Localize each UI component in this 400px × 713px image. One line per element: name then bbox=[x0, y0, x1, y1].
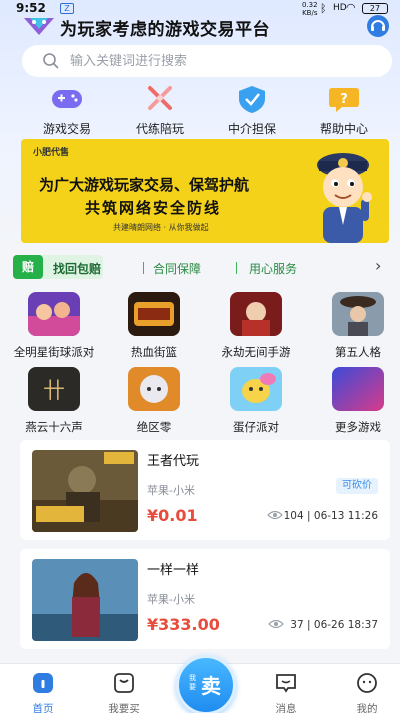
banner-tagline: 共建晴朗网络 · 从你我做起 bbox=[113, 223, 209, 232]
sim-icon: Z bbox=[60, 3, 74, 14]
sell-button-label: 卖 bbox=[201, 674, 221, 698]
search-input[interactable] bbox=[70, 51, 370, 71]
tab-label: 我要买 bbox=[108, 703, 140, 713]
game-label: 全明星街球派对 bbox=[13, 345, 95, 359]
game-icon bbox=[128, 292, 180, 336]
negotiable-tag: 可砍价 bbox=[336, 478, 378, 494]
game-icon bbox=[332, 292, 384, 336]
compensation-badge: 赔 bbox=[13, 255, 43, 279]
message-icon bbox=[276, 674, 296, 693]
listing-meta: 104 | 06-13 11:26 bbox=[283, 510, 378, 522]
sell-button-prefix: 我要 bbox=[189, 674, 196, 691]
game-label: 第五人格 bbox=[335, 345, 381, 359]
listing-card[interactable]: 王者代玩 苹果-小米 可砍价 ¥0.01 104 | 06-13 11:26 bbox=[20, 440, 390, 540]
listing-platform: 苹果-小米 bbox=[147, 593, 195, 606]
headset-icon[interactable] bbox=[366, 14, 390, 38]
quick-link-label: 帮助中心 bbox=[319, 122, 368, 136]
quick-link-help[interactable]: ? 帮助中心 bbox=[307, 84, 381, 137]
listing-title: 王者代玩 bbox=[147, 454, 200, 469]
quick-link-label: 代练陪玩 bbox=[135, 122, 184, 136]
tab-mine[interactable]: 我的 bbox=[327, 664, 400, 713]
gamepad-icon bbox=[52, 90, 82, 108]
quick-link-label: 中介担保 bbox=[227, 122, 276, 136]
divider bbox=[236, 262, 237, 274]
svg-text:卄: 卄 bbox=[43, 379, 65, 404]
more-games-icon bbox=[332, 367, 384, 411]
tab-messages[interactable]: 消息 bbox=[246, 664, 326, 713]
chevron-right-icon[interactable]: › bbox=[375, 256, 381, 275]
game-item-yanyun[interactable]: 卄 燕云十六声 bbox=[9, 367, 99, 435]
shopping-bag-icon bbox=[114, 673, 134, 693]
game-label: 永劫无间手游 bbox=[221, 345, 291, 359]
game-label: 热血街篮 bbox=[131, 345, 177, 359]
network-rate: 0.32 bbox=[302, 1, 318, 9]
game-icon: 卄 bbox=[28, 367, 80, 411]
game-icon bbox=[230, 292, 282, 336]
game-item-eggy-party[interactable]: 蛋仔派对 bbox=[211, 367, 301, 435]
listing-price: ¥333.00 bbox=[147, 615, 220, 634]
listing-date: 06-13 11:26 bbox=[313, 510, 378, 522]
signal-icon: HD bbox=[333, 3, 347, 13]
game-item-all-star-street[interactable]: 全明星街球派对 bbox=[9, 292, 99, 360]
game-item-naraka-mobile[interactable]: 永劫无间手游 bbox=[211, 292, 301, 360]
game-item-zenless-zone-zero[interactable]: 绝区零 bbox=[109, 367, 199, 435]
crossed-swords-icon bbox=[148, 86, 172, 110]
listing-card[interactable]: 一样一样 苹果-小米 ¥333.00 37 | 06-26 18:37 bbox=[20, 549, 390, 649]
tab-home[interactable]: 首页 bbox=[3, 664, 83, 713]
game-item-more[interactable]: 更多游戏 bbox=[313, 367, 400, 435]
tab-label: 消息 bbox=[275, 703, 297, 713]
tab-buy[interactable]: 我要买 bbox=[84, 664, 164, 713]
police-mascot-image bbox=[317, 153, 372, 243]
search-bar[interactable] bbox=[22, 45, 392, 77]
guarantee-strip[interactable]: 赔 找回包赔 合同保障 用心服务 › bbox=[13, 254, 393, 280]
game-label: 绝区零 bbox=[136, 420, 172, 434]
wifi-icon: ◠ bbox=[346, 1, 356, 14]
home-icon bbox=[33, 673, 53, 693]
listing-price: ¥0.01 bbox=[147, 506, 198, 525]
listing-title: 一样一样 bbox=[147, 563, 200, 578]
game-item-street-basketball[interactable]: 热血街篮 bbox=[109, 292, 199, 360]
quick-link-boosting[interactable]: 代练陪玩 bbox=[123, 84, 197, 137]
game-icon bbox=[28, 292, 80, 336]
listing-thumbnail bbox=[32, 559, 138, 641]
sell-button[interactable]: 我要 卖 bbox=[176, 655, 236, 713]
quick-link-label: 游戏交易 bbox=[42, 122, 91, 136]
guarantee-item-service: 用心服务 bbox=[249, 262, 298, 276]
listing-thumbnail bbox=[32, 450, 138, 532]
page-slogan: 为玩家考虑的游戏交易平台 bbox=[60, 20, 270, 40]
profile-face-icon bbox=[357, 673, 377, 693]
guarantee-item-recovery: 找回包赔 bbox=[53, 262, 102, 276]
diamond-logo-icon bbox=[24, 18, 54, 35]
svg-text:?: ? bbox=[340, 92, 348, 107]
view-count: 104 bbox=[283, 510, 304, 522]
game-label: 蛋仔派对 bbox=[233, 420, 279, 434]
game-icon bbox=[230, 367, 282, 411]
banner-brand: 小肥代售 bbox=[33, 148, 70, 158]
listing-platform: 苹果-小米 bbox=[147, 484, 195, 497]
quick-link-escrow[interactable]: 中介担保 bbox=[215, 84, 289, 137]
shield-check-icon bbox=[239, 86, 265, 113]
help-question-icon: ? bbox=[329, 88, 359, 112]
game-label: 燕云十六声 bbox=[25, 420, 83, 434]
listing-date: 06-26 18:37 bbox=[313, 619, 378, 631]
app-header: 为玩家考虑的游戏交易平台 bbox=[0, 14, 400, 40]
eye-icon bbox=[267, 510, 283, 520]
status-time: 9:52 bbox=[16, 1, 46, 15]
tab-label: 首页 bbox=[32, 703, 54, 713]
game-label: 更多游戏 bbox=[335, 420, 381, 434]
quick-link-game-trade[interactable]: 游戏交易 bbox=[30, 84, 104, 137]
tab-label: 我的 bbox=[356, 703, 378, 713]
search-icon bbox=[43, 53, 59, 69]
promo-banner[interactable]: 小肥代售 为广大游戏玩家交易、保驾护航 共筑网络安全防线 共建晴朗网络 · 从你… bbox=[21, 139, 389, 243]
eye-icon bbox=[268, 619, 284, 629]
battery-icon: 27 bbox=[362, 3, 388, 14]
banner-headline: 为广大游戏玩家交易、保驾护航 bbox=[39, 176, 250, 194]
view-count: 37 bbox=[290, 619, 304, 631]
listing-meta: 37 | 06-26 18:37 bbox=[290, 619, 378, 631]
banner-subheadline: 共筑网络安全防线 bbox=[85, 199, 222, 217]
divider bbox=[143, 262, 144, 274]
game-item-identity-v[interactable]: 第五人格 bbox=[313, 292, 400, 360]
game-icon bbox=[128, 367, 180, 411]
guarantee-item-contract: 合同保障 bbox=[153, 262, 202, 276]
